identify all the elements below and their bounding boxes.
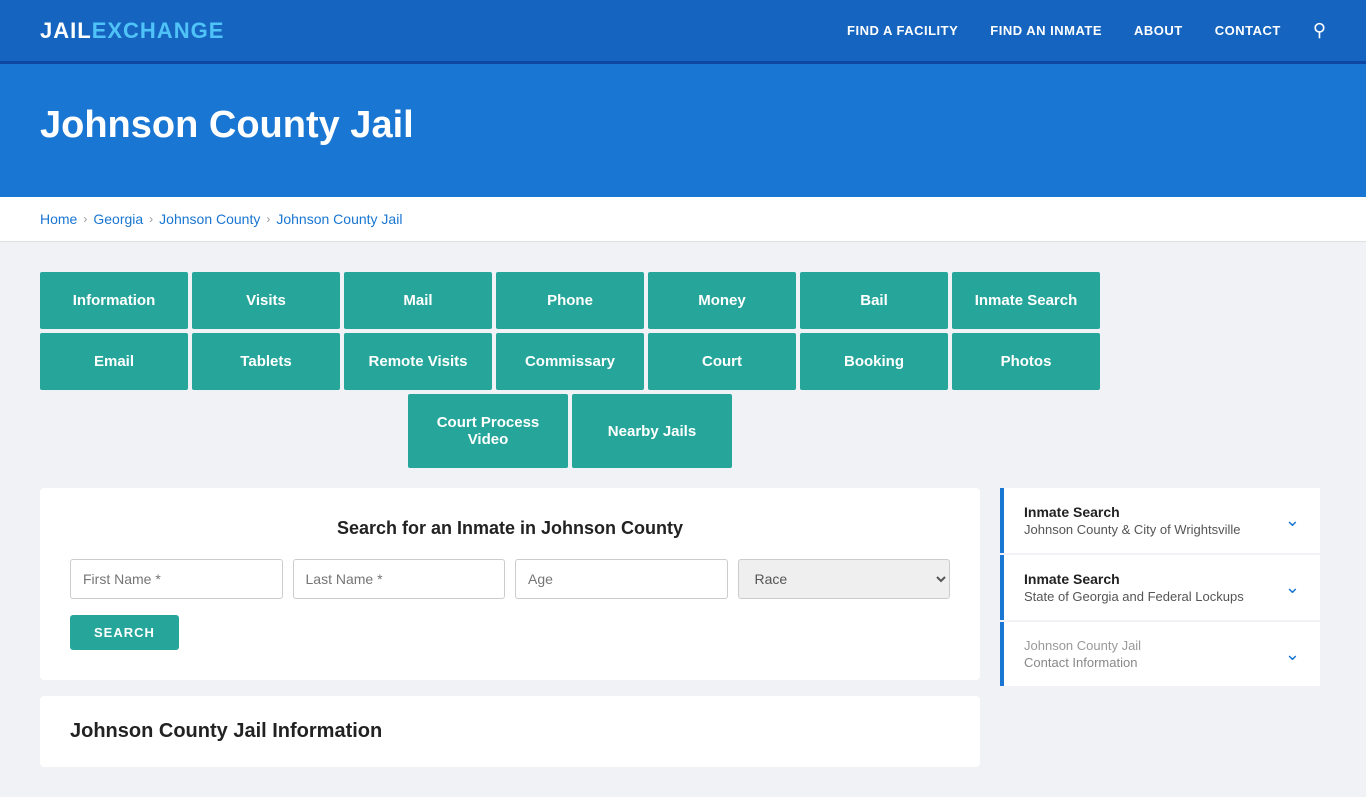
breadcrumb-sep-2: › (149, 212, 153, 226)
info-title: Johnson County Jail Information (70, 720, 950, 743)
sidebar-card-content-1: Inmate Search Johnson County & City of W… (1024, 504, 1241, 537)
breadcrumb-bar: Home › Georgia › Johnson County › Johnso… (0, 197, 1366, 242)
sidebar: Inmate Search Johnson County & City of W… (1000, 488, 1320, 767)
remote-visits-btn[interactable]: Remote Visits (344, 333, 492, 390)
commissary-btn[interactable]: Commissary (496, 333, 644, 390)
court-process-video-btn[interactable]: Court Process Video (408, 394, 568, 468)
inmate-search-btn[interactable]: Inmate Search (952, 272, 1100, 329)
logo[interactable]: JAIL EXCHANGE (40, 18, 224, 44)
nearby-jails-btn[interactable]: Nearby Jails (572, 394, 732, 468)
email-btn[interactable]: Email (40, 333, 188, 390)
chevron-down-icon-3: ⌄ (1285, 644, 1300, 665)
info-section: Johnson County Jail Information (40, 696, 980, 767)
navbar: JAIL EXCHANGE FIND A FACILITY FIND AN IN… (0, 0, 1366, 64)
race-select[interactable]: Race White Black Hispanic Asian Other (738, 559, 951, 599)
search-button[interactable]: SEARCH (70, 615, 179, 650)
tablets-btn[interactable]: Tablets (192, 333, 340, 390)
hero-section: Johnson County Jail (0, 64, 1366, 197)
grid-row-3: Court Process Video Nearby Jails (40, 394, 1100, 468)
visits-btn[interactable]: Visits (192, 272, 340, 329)
breadcrumb-sep-1: › (83, 212, 87, 226)
breadcrumb: Home › Georgia › Johnson County › Johnso… (40, 211, 1326, 227)
photos-btn[interactable]: Photos (952, 333, 1100, 390)
breadcrumb-home[interactable]: Home (40, 211, 77, 227)
logo-jail: JAIL (40, 18, 92, 44)
breadcrumb-sep-3: › (266, 212, 270, 226)
left-column: Search for an Inmate in Johnson County R… (40, 488, 980, 767)
sidebar-card-title-3: Johnson County Jail (1024, 638, 1141, 653)
search-form: Race White Black Hispanic Asian Other (70, 559, 950, 599)
court-btn[interactable]: Court (648, 333, 796, 390)
page-title: Johnson County Jail (40, 104, 1326, 147)
last-name-input[interactable] (293, 559, 506, 599)
logo-exchange: EXCHANGE (92, 18, 225, 44)
sidebar-inmate-search-state[interactable]: Inmate Search State of Georgia and Feder… (1000, 555, 1320, 620)
chevron-down-icon-1: ⌄ (1285, 510, 1300, 531)
sidebar-card-content-2: Inmate Search State of Georgia and Feder… (1024, 571, 1244, 604)
find-facility-link[interactable]: FIND A FACILITY (847, 23, 958, 38)
breadcrumb-georgia[interactable]: Georgia (93, 211, 143, 227)
grid-row-2: Email Tablets Remote Visits Commissary C… (40, 333, 1100, 390)
about-link[interactable]: ABOUT (1134, 23, 1183, 38)
sidebar-card-title-2: Inmate Search (1024, 571, 1244, 587)
contact-link[interactable]: CONTACT (1215, 23, 1281, 38)
sidebar-inmate-search-local[interactable]: Inmate Search Johnson County & City of W… (1000, 488, 1320, 553)
sidebar-contact-info[interactable]: Johnson County Jail Contact Information … (1000, 622, 1320, 686)
sidebar-card-content-3: Johnson County Jail Contact Information (1024, 638, 1141, 670)
sidebar-card-sub-3: Contact Information (1024, 655, 1141, 670)
sidebar-card-sub-2: State of Georgia and Federal Lockups (1024, 589, 1244, 604)
information-btn[interactable]: Information (40, 272, 188, 329)
breadcrumb-current: Johnson County Jail (276, 211, 402, 227)
main-content: Information Visits Mail Phone Money Bail… (0, 242, 1366, 797)
bail-btn[interactable]: Bail (800, 272, 948, 329)
search-panel: Search for an Inmate in Johnson County R… (40, 488, 980, 680)
navbar-links: FIND A FACILITY FIND AN INMATE ABOUT CON… (847, 20, 1326, 41)
age-input[interactable] (515, 559, 728, 599)
sidebar-card-title-1: Inmate Search (1024, 504, 1241, 520)
mail-btn[interactable]: Mail (344, 272, 492, 329)
search-title: Search for an Inmate in Johnson County (70, 518, 950, 539)
phone-btn[interactable]: Phone (496, 272, 644, 329)
grid-row-1: Information Visits Mail Phone Money Bail… (40, 272, 1100, 329)
money-btn[interactable]: Money (648, 272, 796, 329)
sidebar-card-inner-1: Inmate Search Johnson County & City of W… (1004, 488, 1320, 553)
sidebar-card-sub-1: Johnson County & City of Wrightsville (1024, 522, 1241, 537)
chevron-down-icon-2: ⌄ (1285, 577, 1300, 598)
search-icon[interactable]: ⚲ (1313, 20, 1326, 41)
booking-btn[interactable]: Booking (800, 333, 948, 390)
breadcrumb-johnson-county[interactable]: Johnson County (159, 211, 260, 227)
first-name-input[interactable] (70, 559, 283, 599)
two-col-layout: Search for an Inmate in Johnson County R… (40, 488, 1320, 767)
sidebar-card-inner-2: Inmate Search State of Georgia and Feder… (1004, 555, 1320, 620)
sidebar-card-inner-3: Johnson County Jail Contact Information … (1004, 622, 1320, 686)
find-inmate-link[interactable]: FIND AN INMATE (990, 23, 1102, 38)
